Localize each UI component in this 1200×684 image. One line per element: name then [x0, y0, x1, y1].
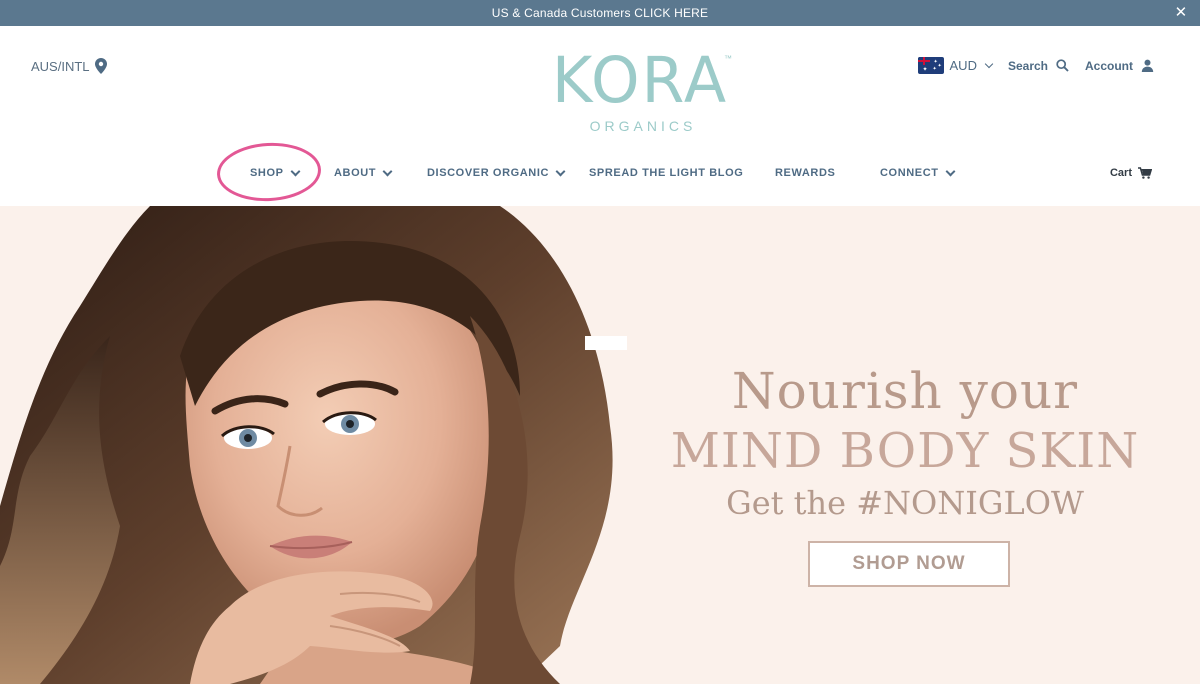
search-button[interactable]: Search — [1008, 59, 1069, 73]
header-utilities: ✦ ✦ ✦ ✦ AUD Search Account — [917, 57, 1154, 74]
image-artifact — [585, 336, 627, 350]
chevron-down-icon — [984, 59, 994, 68]
nav-item-about[interactable]: ABOUT — [334, 162, 393, 184]
announcement-bar[interactable]: US & Canada Customers CLICK HERE ✕ — [0, 0, 1200, 26]
announcement-text[interactable]: US & Canada Customers CLICK HERE — [492, 6, 708, 20]
model-photo — [0, 206, 640, 684]
logo-wordmark: KORA — [551, 44, 729, 117]
cart-label: Cart — [1109, 167, 1132, 179]
nav-item-label: SPREAD THE LIGHT BLOG — [589, 167, 744, 179]
nav-item-discover-organic[interactable]: DISCOVER ORGANIC — [427, 162, 566, 184]
chevron-down-icon — [945, 166, 956, 176]
nav-item-spread-the-light-blog[interactable]: SPREAD THE LIGHT BLOG — [589, 162, 743, 184]
hero-line-1: Nourish your — [731, 362, 1079, 420]
main-nav: SHOP ABOUT DISCOVER ORGANIC SPREAD THE L… — [0, 162, 1200, 184]
logo-trademark: ™ — [724, 54, 732, 63]
hero-line-3: Get the #NONIGLOW — [726, 484, 1084, 522]
hero-headline: Nourish your MIND BODY SKIN Get the #NON… — [640, 361, 1170, 523]
currency-code: AUD — [949, 58, 977, 73]
region-selector[interactable]: AUS/INTL — [31, 58, 107, 74]
shop-now-button[interactable]: SHOP NOW — [808, 541, 1010, 587]
location-pin-icon — [94, 58, 107, 74]
account-button[interactable]: Account — [1085, 59, 1154, 73]
logo-subtitle: ORGANICS — [589, 118, 697, 134]
currency-selector[interactable]: ✦ ✦ ✦ ✦ AUD — [917, 57, 994, 74]
nav-item-label: REWARDS — [775, 167, 836, 179]
nav-item-connect[interactable]: CONNECT — [880, 162, 956, 184]
nav-item-label: DISCOVER ORGANIC — [427, 167, 550, 179]
region-label: AUS/INTL — [31, 58, 90, 74]
kora-organics-logo[interactable]: KORA ™ ORGANICS — [540, 44, 740, 140]
account-label: Account — [1085, 58, 1133, 73]
cart-icon — [1138, 167, 1152, 179]
nav-item-label: ABOUT — [334, 167, 377, 179]
search-label: Search — [1007, 58, 1048, 73]
nav-item-rewards[interactable]: REWARDS — [775, 162, 835, 184]
hero-banner[interactable]: Nourish your MIND BODY SKIN Get the #NON… — [0, 206, 1200, 684]
cart-button[interactable]: Cart — [1110, 162, 1152, 184]
hero-line-2: MIND BODY SKIN — [670, 423, 1140, 479]
highlight-circle-annotation — [215, 140, 323, 204]
australia-flag-icon: ✦ ✦ ✦ ✦ — [917, 57, 944, 74]
search-icon — [1056, 59, 1069, 72]
user-icon — [1141, 59, 1154, 72]
close-icon[interactable]: ✕ — [1172, 4, 1190, 22]
chevron-down-icon — [555, 166, 566, 176]
chevron-down-icon — [382, 166, 393, 176]
site-header: AUS/INTL KORA ™ ORGANICS ✦ ✦ ✦ ✦ AUD Sea… — [0, 26, 1200, 206]
nav-item-label: CONNECT — [880, 167, 939, 179]
